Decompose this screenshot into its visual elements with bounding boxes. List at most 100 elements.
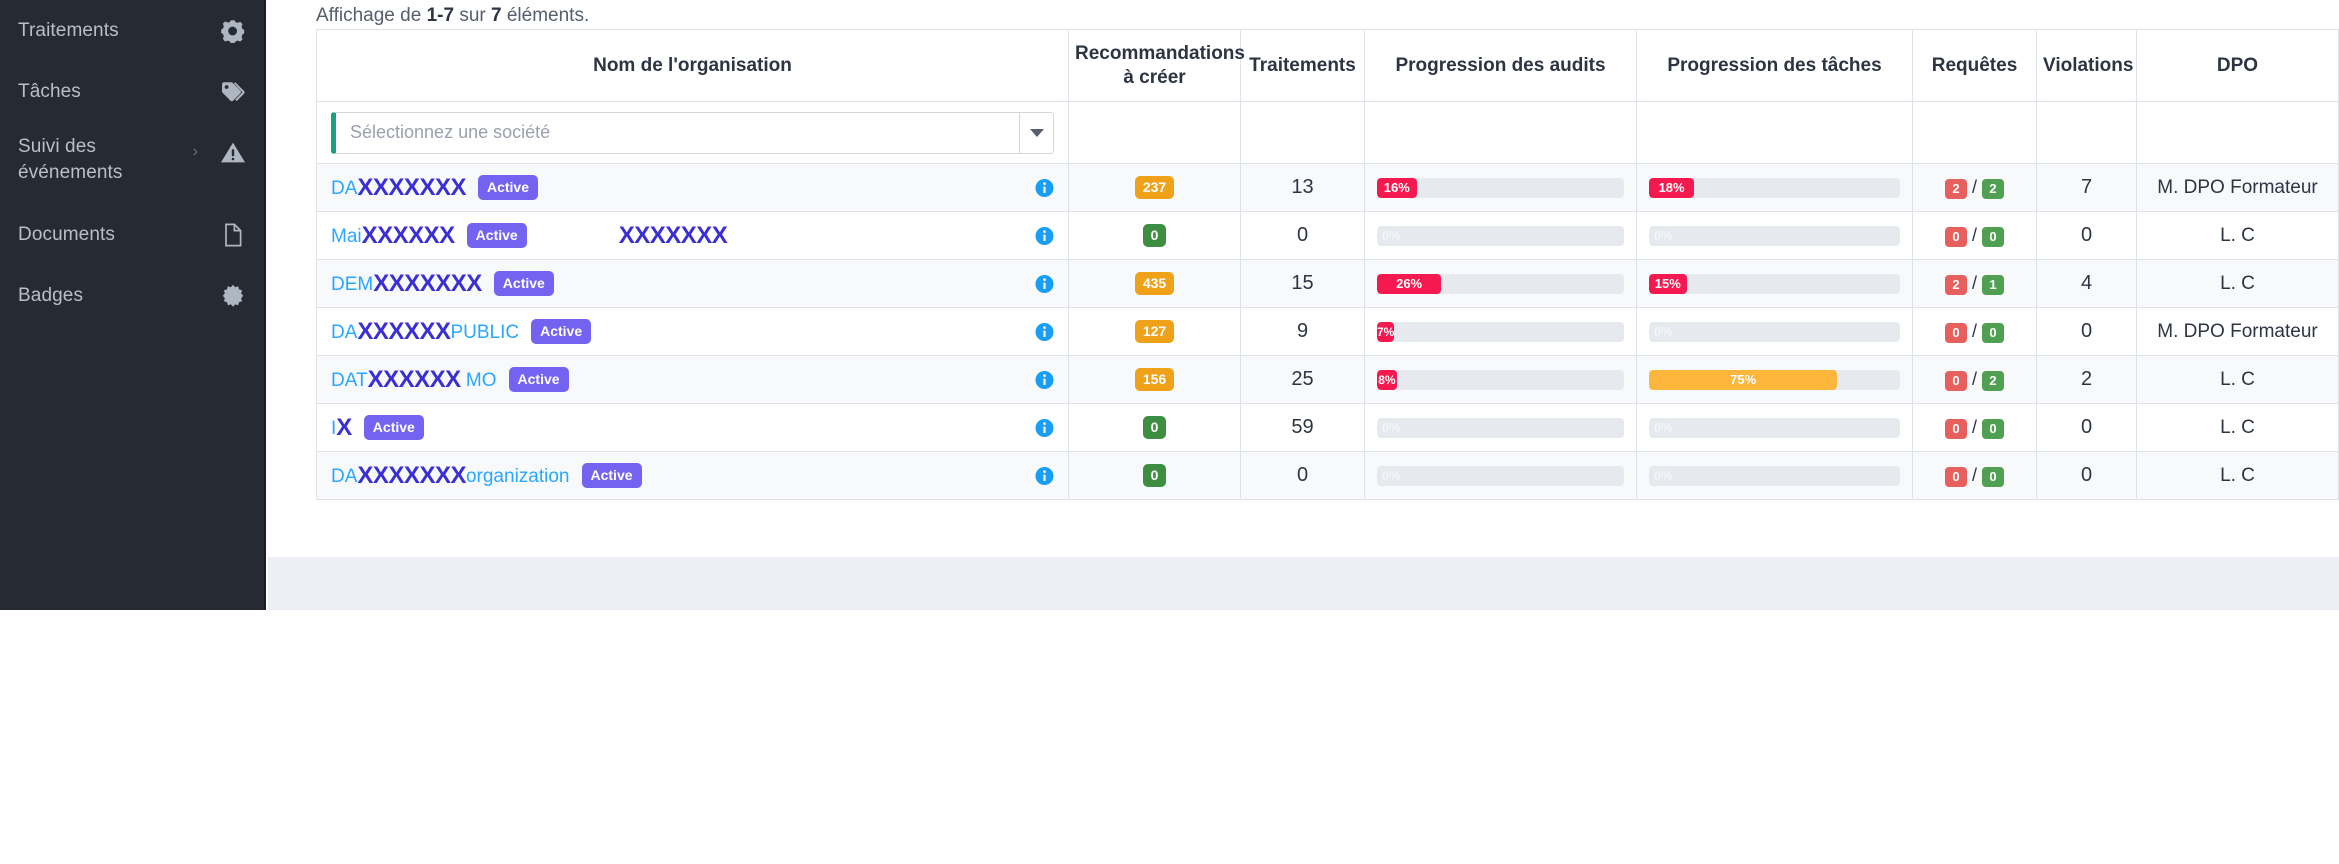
cell-progression-taches: 75% bbox=[1636, 355, 1913, 404]
cell-dpo: L. C bbox=[2136, 211, 2339, 260]
progress-fill: 75% bbox=[1649, 369, 1838, 390]
requetes-open-badge: 0 bbox=[1944, 466, 1967, 487]
organisation-link[interactable]: IX bbox=[331, 414, 352, 442]
dpo-value: L. C bbox=[2220, 368, 2255, 390]
company-select[interactable]: Sélectionnez une société bbox=[331, 111, 1054, 154]
cell-organisation: DAXXXXXXX Active bbox=[316, 163, 1069, 212]
cell-dpo: L. C bbox=[2136, 403, 2339, 452]
progress-fill: 0% bbox=[1377, 466, 1624, 486]
requetes-separator: / bbox=[1971, 464, 1977, 485]
status-badge[interactable]: Active bbox=[581, 463, 642, 488]
sidebar-item-traitements[interactable]: Traitements bbox=[0, 0, 264, 61]
cell-progression-audits: 0% bbox=[1364, 451, 1637, 500]
column-header-organisation[interactable]: Nom de l'organisation bbox=[316, 29, 1069, 102]
status-badge[interactable]: Active bbox=[508, 367, 569, 392]
sidebar-item-badges[interactable]: Badges bbox=[0, 265, 264, 326]
info-circle-icon[interactable] bbox=[1035, 466, 1054, 485]
summary-total: 7 bbox=[491, 5, 502, 26]
column-header-traitements[interactable]: Traitements bbox=[1240, 29, 1365, 102]
organisation-link[interactable]: DATXXXXXX MO bbox=[331, 366, 497, 394]
cell-progression-taches: 0% bbox=[1636, 307, 1913, 356]
organisation-link[interactable]: DEMXXXXXXX bbox=[331, 270, 482, 298]
sidebar-item-documents[interactable]: Documents bbox=[0, 204, 264, 265]
filter-cell-requetes bbox=[1912, 101, 2037, 164]
filter-cell-violations bbox=[2036, 101, 2137, 164]
status-badge[interactable]: Active bbox=[531, 319, 592, 344]
column-header-requetes[interactable]: Requêtes bbox=[1912, 29, 2037, 102]
filter-cell-traitements bbox=[1240, 101, 1365, 164]
filter-cell-dpo bbox=[2136, 101, 2339, 164]
org-name-redacted: XXXXXXX bbox=[357, 461, 466, 489]
progress-fill: 0% bbox=[1649, 226, 1900, 246]
info-circle-icon[interactable] bbox=[1035, 274, 1054, 293]
cell-dpo: L. C bbox=[2136, 259, 2339, 308]
column-header-dpo[interactable]: DPO bbox=[2136, 29, 2339, 102]
violations-value: 2 bbox=[2080, 368, 2093, 390]
main-content: Affichage de 1-7 sur 7 éléments. Nom de … bbox=[268, 0, 2339, 557]
info-circle-icon[interactable] bbox=[1035, 226, 1054, 245]
cell-requetes: 0/0 bbox=[1912, 451, 2037, 500]
progress-fill: 8% bbox=[1377, 369, 1397, 390]
info-circle-icon[interactable] bbox=[1035, 322, 1054, 341]
progress-label: 15% bbox=[1654, 276, 1681, 291]
info-circle-icon[interactable] bbox=[1035, 418, 1054, 437]
table-row: DAXXXXXXPUBLIC Active 127 9 7% 0% 0/0 0 M. DPO F… bbox=[316, 307, 2339, 356]
cell-recommandations: 0 bbox=[1068, 403, 1241, 452]
chevron-down-icon[interactable] bbox=[1019, 112, 1053, 153]
traitements-value: 0 bbox=[1296, 464, 1309, 486]
summary-prefix: Affichage de bbox=[316, 5, 427, 26]
cell-violations: 0 bbox=[2036, 403, 2137, 452]
org-name-redacted: XXXXXX bbox=[361, 221, 456, 249]
progress-label: 7% bbox=[1377, 324, 1395, 339]
table-row: DAXXXXXXXorganization Active 0 0 0% 0% 0/0 0 L. … bbox=[316, 451, 2339, 500]
requetes-open-badge: 0 bbox=[1944, 370, 1967, 391]
requetes-separator: / bbox=[1971, 176, 1977, 197]
cell-traitements: 25 bbox=[1240, 355, 1365, 404]
dpo-value: L. C bbox=[2220, 272, 2255, 294]
status-badge[interactable]: Active bbox=[466, 223, 527, 248]
cell-requetes: 0/0 bbox=[1912, 211, 2037, 260]
progress-label: 0% bbox=[1382, 228, 1401, 243]
cell-dpo: L. C bbox=[2136, 451, 2339, 500]
progress-label: 0% bbox=[1654, 468, 1673, 483]
cell-traitements: 13 bbox=[1240, 163, 1365, 212]
progress-label: 0% bbox=[1382, 468, 1401, 483]
requetes-closed-badge: 0 bbox=[1982, 226, 2004, 247]
organisation-link[interactable]: MaiXXXXXX bbox=[331, 222, 455, 250]
sidebar-item-taches[interactable]: Tâches bbox=[0, 61, 264, 122]
cell-organisation: MaiXXXXXX Active XXXXXXX bbox=[316, 211, 1069, 260]
requetes-closed-badge: 0 bbox=[1982, 466, 2004, 487]
cell-progression-taches: 18% bbox=[1636, 163, 1913, 212]
progress-track: 15% bbox=[1649, 273, 1900, 294]
organisation-link[interactable]: DAXXXXXXXorganization bbox=[331, 462, 570, 490]
sidebar-item-suivi-des-evenements[interactable]: Suivi des événements › bbox=[0, 122, 264, 204]
cell-dpo: L. C bbox=[2136, 355, 2339, 404]
cell-progression-audits: 0% bbox=[1364, 403, 1637, 452]
cell-recommandations: 0 bbox=[1068, 211, 1241, 260]
column-header-progression-taches[interactable]: Progression des tâches bbox=[1636, 29, 1913, 102]
organisation-link[interactable]: DAXXXXXXX bbox=[331, 174, 466, 202]
org-name-extra-redacted: XXXXXXX bbox=[618, 221, 728, 249]
chevron-right-icon: › bbox=[192, 143, 198, 160]
organizations-table-wrapper: Nom de l'organisation Recommandations à … bbox=[316, 29, 2339, 500]
cell-progression-audits: 8% bbox=[1364, 355, 1637, 404]
requetes-closed-badge: 0 bbox=[1982, 418, 2004, 439]
info-circle-icon[interactable] bbox=[1035, 178, 1054, 197]
table-header-row: Nom de l'organisation Recommandations à … bbox=[316, 29, 2339, 102]
progress-label: 16% bbox=[1383, 180, 1410, 195]
cell-recommandations: 156 bbox=[1068, 355, 1241, 404]
column-header-recommandations[interactable]: Recommandations à créer bbox=[1068, 29, 1245, 102]
recommandations-badge: 0 bbox=[1142, 224, 1167, 247]
status-badge[interactable]: Active bbox=[493, 271, 554, 296]
cell-recommandations: 127 bbox=[1068, 307, 1241, 356]
column-header-progression-audits[interactable]: Progression des audits bbox=[1364, 29, 1637, 102]
organisation-link[interactable]: DAXXXXXXPUBLIC bbox=[331, 318, 519, 346]
cell-progression-audits: 16% bbox=[1364, 163, 1637, 212]
progress-fill: 0% bbox=[1649, 322, 1900, 342]
warning-triangle-icon bbox=[220, 139, 246, 165]
column-header-violations[interactable]: Violations bbox=[2036, 29, 2137, 102]
status-badge[interactable]: Active bbox=[363, 415, 424, 440]
table-row: MaiXXXXXX Active XXXXXXX 0 0 0% 0% 0/0 0 L. C bbox=[316, 211, 2339, 260]
status-badge[interactable]: Active bbox=[477, 175, 538, 200]
info-circle-icon[interactable] bbox=[1035, 370, 1054, 389]
